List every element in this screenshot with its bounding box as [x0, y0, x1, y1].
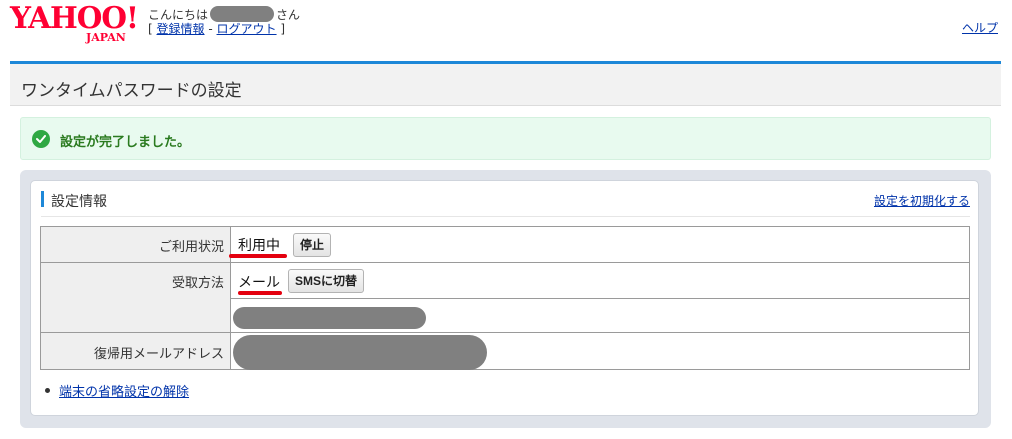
row-label-usage-status: ご利用状況: [158, 240, 224, 255]
page-title: ワンタイムパスワードの設定: [21, 81, 242, 101]
row-divider: [41, 262, 969, 263]
row-divider: [231, 298, 969, 299]
row-label-receive-method: 受取方法: [171, 276, 224, 291]
help-link[interactable]: ヘルプ: [962, 19, 998, 36]
settings-card: 設定情報 設定を初期化する ご利用状況 利用中 停止 受取方法 メール SMSに…: [30, 180, 979, 416]
section-header: 設定情報 設定を初期化する: [41, 189, 970, 217]
redacted-username: [210, 6, 275, 22]
yahoo-japan-logo[interactable]: YAHOO! JAPAN: [10, 2, 145, 45]
page-title-bar: ワンタイムパスワードの設定: [10, 61, 1001, 106]
header: YAHOO! JAPAN こんにちは さん [ 登録情報 - ログアウト ] ヘル…: [0, 0, 1012, 60]
redacted-recovery-email: [233, 335, 487, 370]
link-separator: -: [208, 22, 213, 36]
reset-settings-link[interactable]: 設定を初期化する: [874, 192, 970, 209]
check-circle-icon: [32, 130, 50, 148]
switch-to-sms-button[interactable]: SMSに切替: [288, 269, 365, 293]
success-message-box: 設定が完了しました。: [20, 117, 991, 160]
success-text: 設定が完了しました。: [60, 135, 191, 150]
receive-method-value: メール: [238, 275, 280, 291]
release-device-skip-link[interactable]: 端末の省略設定の解除: [59, 385, 189, 400]
account-links: [ 登録情報 - ログアウト ]: [148, 22, 285, 37]
greeting-prefix: こんにちは: [148, 8, 209, 22]
logout-link[interactable]: ログアウト: [217, 22, 277, 36]
greeting: こんにちは さん: [148, 6, 300, 23]
bracket-open: [: [148, 22, 153, 36]
row-label-recovery-email: 復帰用メールアドレス: [93, 347, 224, 362]
stop-button[interactable]: 停止: [293, 233, 332, 257]
settings-table: ご利用状況 利用中 停止 受取方法 メール SMSに切替 復帰用メールアドレス: [40, 226, 970, 370]
greeting-suffix: さん: [276, 8, 301, 22]
highlight-underline: [229, 254, 287, 258]
settings-panel: 設定情報 設定を初期化する ご利用状況 利用中 停止 受取方法 メール SMSに…: [20, 170, 991, 428]
row-divider: [41, 332, 969, 333]
register-info-link[interactable]: 登録情報: [157, 22, 205, 36]
redacted-email: [233, 307, 426, 329]
bullet: [45, 388, 50, 393]
usage-status-value: 利用中: [238, 238, 280, 254]
link-list: 端末の省略設定の解除: [45, 381, 189, 400]
logo-subtext: JAPAN: [86, 31, 126, 44]
highlight-underline: [238, 291, 282, 295]
section-title: 設定情報: [51, 194, 107, 210]
section-accent-bar: [41, 191, 44, 207]
bracket-close: ]: [280, 22, 286, 36]
